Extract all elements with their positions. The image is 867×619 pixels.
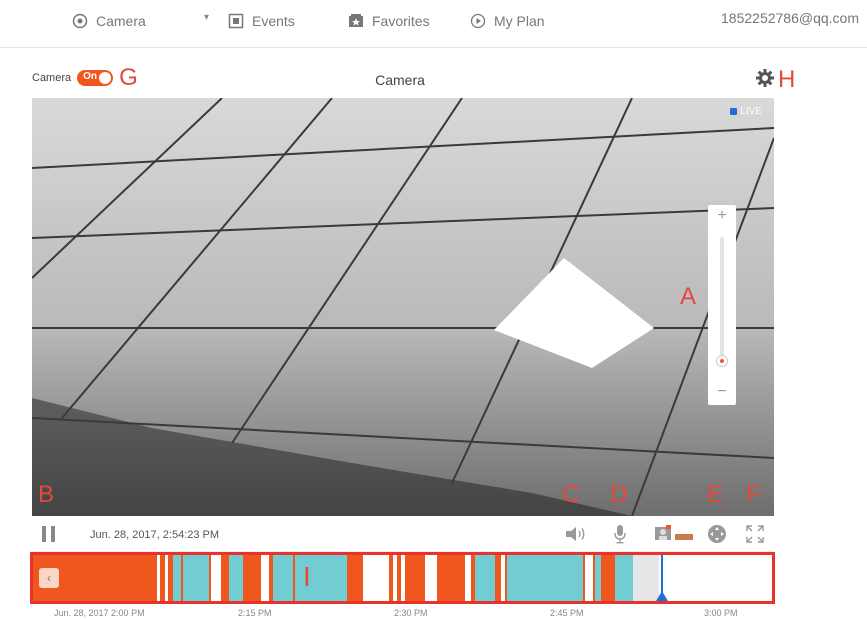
- nav-events[interactable]: Events: [228, 10, 295, 32]
- page-title: Camera: [375, 72, 425, 88]
- timeline-event-segment[interactable]: [595, 555, 601, 601]
- timeline-event-segment[interactable]: [229, 555, 243, 601]
- microphone-icon[interactable]: [610, 524, 630, 544]
- timeline-segment[interactable]: [585, 555, 593, 601]
- timeline-label: 2:30 PM: [394, 608, 428, 618]
- top-navigation: Camera ▾ Events Favorites My Plan 185225…: [0, 0, 867, 48]
- timeline-future: [659, 555, 772, 601]
- timeline-segment[interactable]: [425, 555, 437, 601]
- timeline-event-segment[interactable]: [507, 555, 583, 601]
- marker-b: B: [38, 481, 55, 508]
- playback-timestamp: Jun. 28, 2017, 2:54:23 PM: [90, 529, 220, 541]
- nav-favorites[interactable]: Favorites: [348, 10, 430, 32]
- speaker-icon[interactable]: [562, 524, 592, 544]
- timeline-segment[interactable]: [393, 555, 397, 601]
- timeline-segment[interactable]: [465, 555, 471, 601]
- event-timeline[interactable]: ‹ I: [30, 552, 775, 604]
- timeline-event-segment[interactable]: [615, 555, 633, 601]
- timeline-event-segment[interactable]: [173, 555, 181, 601]
- timeline-time-labels: Jun. 28, 2017 2:00 PM 2:15 PM 2:30 PM 2:…: [32, 608, 774, 619]
- nav-camera[interactable]: Camera: [72, 10, 146, 32]
- timeline-label: 3:00 PM: [704, 608, 738, 618]
- timeline-label: 2:45 PM: [550, 608, 584, 618]
- timeline-segment[interactable]: [401, 555, 405, 601]
- playhead-handle-icon[interactable]: [656, 591, 668, 601]
- pause-button[interactable]: [42, 526, 56, 542]
- live-video-feed[interactable]: LIVE + − A B C D E F: [32, 98, 774, 516]
- ceiling-image: [32, 98, 774, 516]
- timeline-segment[interactable]: [363, 555, 389, 601]
- snapshot-beta-icon[interactable]: [652, 524, 696, 544]
- nav-my-plan-label: My Plan: [494, 13, 545, 29]
- timeline-segment[interactable]: [261, 555, 269, 601]
- nav-favorites-label: Favorites: [372, 13, 430, 29]
- live-label: LIVE: [740, 106, 762, 117]
- camera-icon: [72, 13, 88, 29]
- live-indicator-icon: [730, 108, 738, 115]
- marker-e: E: [707, 481, 724, 508]
- pause-icon-bar-right: [51, 526, 55, 542]
- timeline-label: Jun. 28, 2017 2:00 PM: [54, 608, 145, 618]
- events-icon: [228, 13, 244, 29]
- marker-i: I: [303, 561, 311, 592]
- zoom-in-button[interactable]: +: [708, 207, 736, 225]
- nav-camera-label: Camera: [96, 13, 146, 29]
- pan-control-icon[interactable]: [706, 524, 728, 544]
- pause-icon-bar-left: [42, 526, 46, 542]
- fullscreen-icon[interactable]: [744, 524, 766, 544]
- marker-h: H: [778, 66, 796, 93]
- timeline-event-segment[interactable]: [475, 555, 495, 601]
- timeline-back-button[interactable]: ‹: [39, 568, 59, 588]
- playback-controls: Jun. 28, 2017, 2:54:23 PM: [32, 516, 774, 552]
- timeline-event-segment[interactable]: [273, 555, 293, 601]
- marker-f: F: [746, 481, 761, 508]
- timeline-segment[interactable]: [157, 555, 160, 601]
- account-email[interactable]: 1852252786@qq.com: [721, 10, 859, 26]
- live-badge: LIVE: [730, 106, 762, 117]
- timeline-segment[interactable]: [211, 555, 221, 601]
- timeline-event-segment[interactable]: [183, 555, 209, 601]
- zoom-track[interactable]: [720, 237, 724, 367]
- marker-d: D: [610, 481, 628, 508]
- play-icon: [470, 13, 486, 29]
- zoom-out-button[interactable]: −: [708, 383, 736, 401]
- marker-a: A: [680, 283, 697, 310]
- timeline-segment[interactable]: [165, 555, 168, 601]
- nav-events-label: Events: [252, 13, 295, 29]
- gear-icon[interactable]: [755, 68, 775, 88]
- timeline-segment[interactable]: [501, 555, 505, 601]
- zoom-slider[interactable]: + −: [708, 205, 736, 405]
- zoom-handle[interactable]: [716, 355, 728, 368]
- marker-c: C: [562, 481, 580, 508]
- timeline-label: 2:15 PM: [238, 608, 272, 618]
- chevron-down-icon[interactable]: ▾: [204, 12, 209, 23]
- nav-my-plan[interactable]: My Plan: [470, 10, 545, 32]
- favorites-icon: [348, 13, 364, 29]
